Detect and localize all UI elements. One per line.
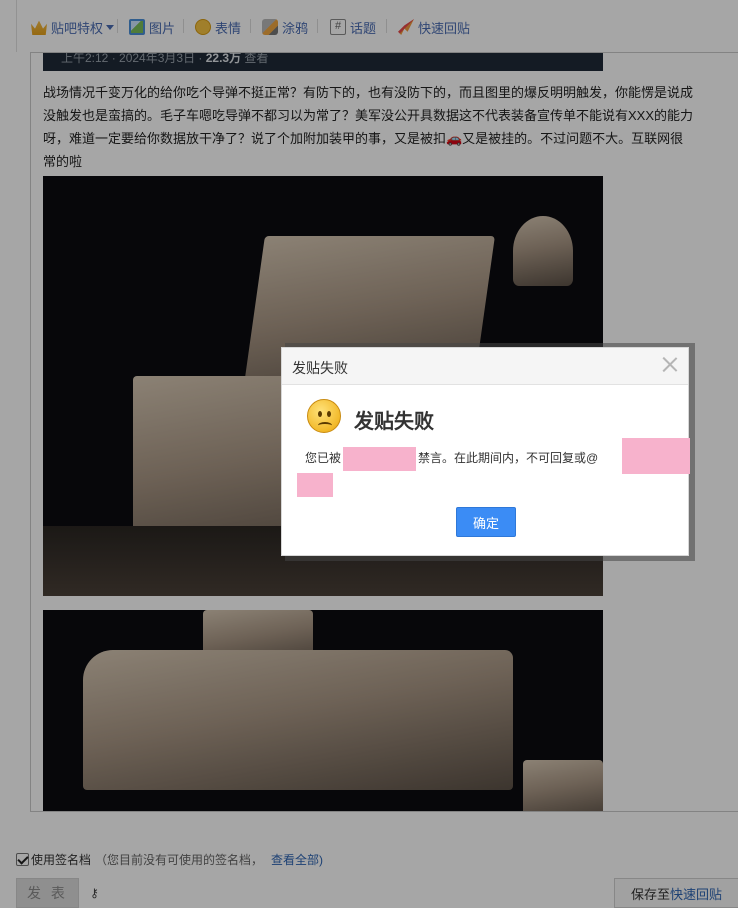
redacted-block — [297, 473, 333, 497]
dialog-title: 发贴失败 — [292, 360, 348, 376]
dialog-message: 您已被 禁言。在此期间内，不可回复或@ — [297, 438, 690, 497]
sad-face-eye — [327, 411, 331, 417]
sad-face-icon — [307, 399, 341, 433]
confirm-button[interactable]: 确定 — [456, 507, 516, 537]
close-icon[interactable] — [662, 356, 678, 372]
dialog-message-part1: 您已被 — [305, 451, 342, 466]
redacted-block — [343, 447, 417, 471]
dialog-heading: 发贴失败 — [354, 411, 434, 433]
sad-face-mouth — [318, 422, 332, 429]
post-editor-page: 贴吧特权 图片 表情 涂鸦 # 话题 快速回贴 上午2:12 · 2024年3月… — [0, 0, 738, 908]
sad-face-eye — [318, 411, 322, 417]
post-failed-dialog: 发贴失败 发贴失败 您已被 禁言。在此期间内，不可回复或@ 确定 — [281, 347, 690, 556]
redacted-block — [622, 438, 690, 474]
dialog-message-part2: 禁言。在此期间内，不可回复或@ — [418, 451, 599, 466]
dialog-header: 发贴失败 — [282, 348, 688, 385]
